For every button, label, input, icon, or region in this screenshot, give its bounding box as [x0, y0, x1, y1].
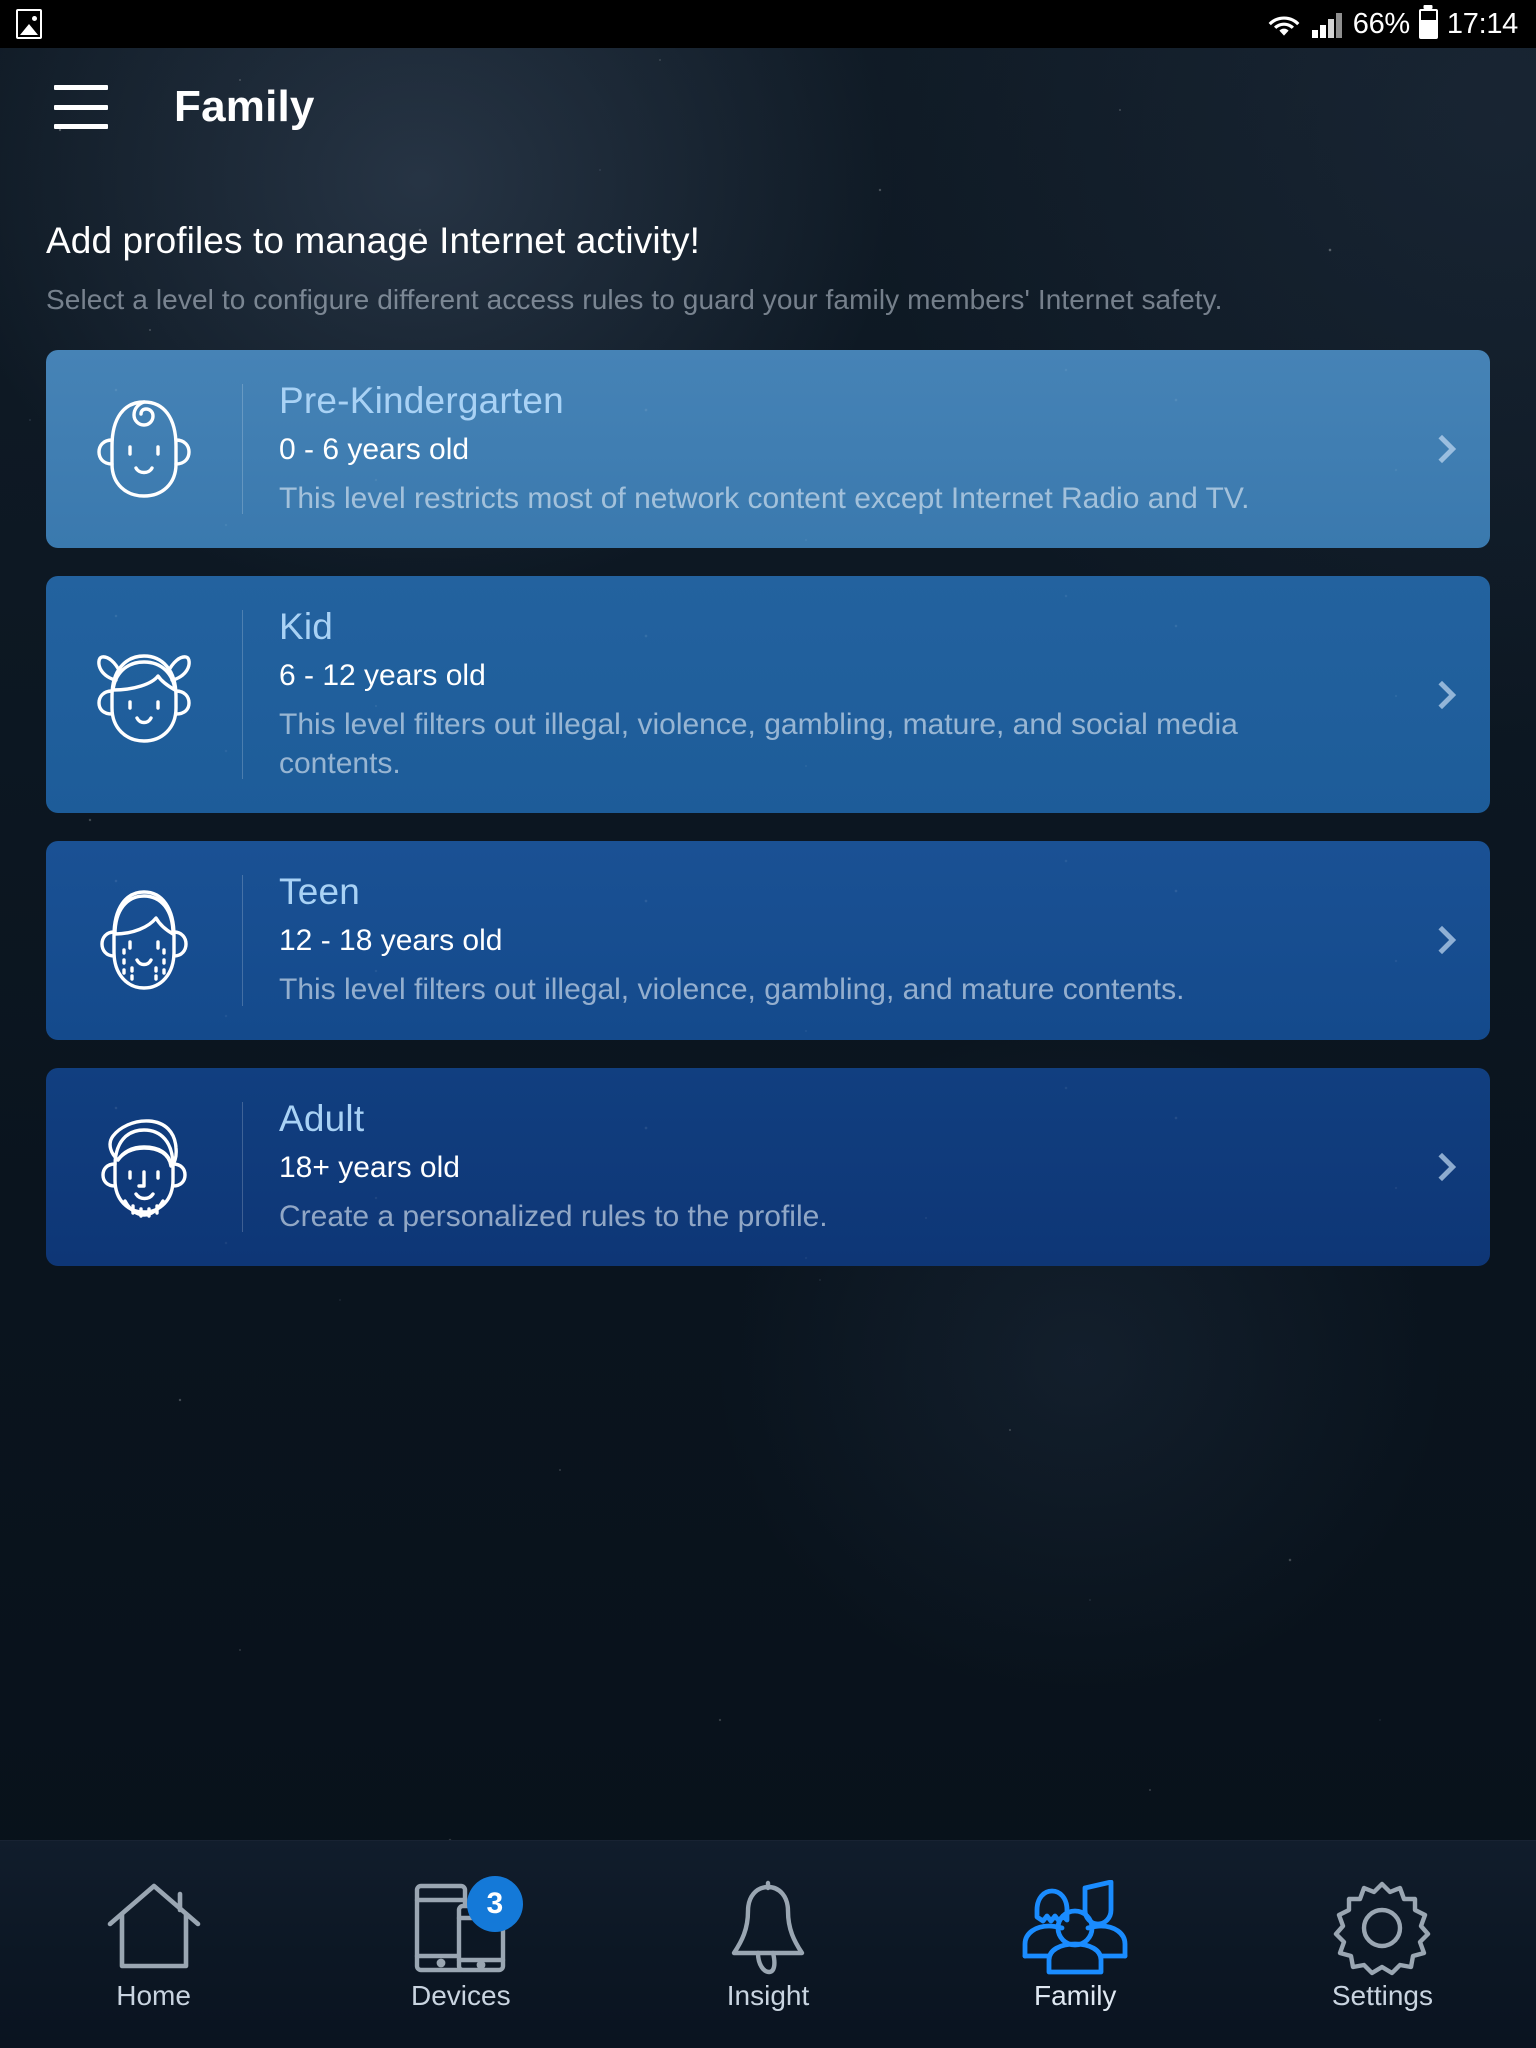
status-clock: 17:14	[1446, 7, 1518, 40]
card-title: Kid	[279, 606, 334, 648]
home-icon	[107, 1883, 200, 1968]
bell-icon	[731, 1880, 805, 1974]
card-body: Kid 6 - 12 years old This level filters …	[243, 576, 1394, 813]
nav-icon-wrap	[1019, 1872, 1131, 1984]
wifi-icon	[1268, 16, 1300, 36]
nav-item-family[interactable]: Family	[922, 1841, 1229, 2048]
nav-item-home[interactable]: Home	[0, 1841, 307, 2048]
card-description: This level filters out illegal, violence…	[279, 708, 1238, 780]
nav-label-insight: Insight	[726, 1979, 810, 2011]
menu-bar-3	[54, 124, 108, 129]
app-screen: 66% 17:14 Family Add profiles to manage …	[0, 0, 1536, 2048]
profile-card-kid[interactable]: Kid 6 - 12 years old This level filters …	[46, 576, 1490, 814]
card-body: Adult 18+ years old Create a personalize…	[243, 1068, 1394, 1266]
baby-face-icon	[46, 390, 242, 508]
chevron-right-icon[interactable]	[1394, 680, 1490, 709]
card-body: Teen 12 - 18 years old This level filter…	[243, 841, 1394, 1039]
page-title: Family	[174, 82, 315, 131]
card-age-range: 0 - 6 years old	[279, 433, 470, 466]
card-title: Adult	[279, 1097, 365, 1139]
intro-subtitle: Select a level to configure different ac…	[46, 284, 1223, 315]
profile-level-list: Pre-Kindergarten 0 - 6 years old This le…	[46, 350, 1490, 1266]
cellular-signal-icon	[1311, 13, 1342, 38]
profile-card-pre-kindergarten[interactable]: Pre-Kindergarten 0 - 6 years old This le…	[46, 350, 1490, 549]
profile-card-adult[interactable]: Adult 18+ years old Create a personalize…	[46, 1067, 1490, 1266]
card-age-range: 6 - 12 years old	[279, 659, 486, 693]
menu-bar-1	[54, 85, 108, 90]
card-body: Pre-Kindergarten 0 - 6 years old This le…	[243, 350, 1394, 548]
menu-bar-2	[54, 104, 108, 110]
battery-percent: 66%	[1352, 7, 1410, 40]
teen-face-icon	[46, 880, 242, 1000]
intro-title: Add profiles to manage Internet activity…	[46, 220, 701, 261]
nav-label-family: Family	[1033, 1979, 1117, 2011]
status-bar-left	[0, 9, 42, 39]
hamburger-menu-icon[interactable]	[54, 85, 108, 129]
card-description: Create a personalized rules to the profi…	[279, 1199, 828, 1233]
status-bar-right: 66% 17:14	[1267, 8, 1536, 41]
card-description: This level filters out illegal, violence…	[279, 973, 1185, 1007]
chevron-right-icon[interactable]	[1394, 926, 1490, 955]
nav-item-insight[interactable]: Insight	[614, 1841, 921, 2048]
nav-label-home: Home	[116, 1979, 191, 2011]
card-description: This level restricts most of network con…	[279, 482, 1250, 515]
intro-block: Add profiles to manage Internet activity…	[46, 220, 1466, 316]
card-title: Teen	[279, 871, 361, 913]
adult-face-icon	[46, 1106, 242, 1228]
family-group-icon	[1022, 1879, 1128, 1974]
status-bar: 66% 17:14	[0, 0, 1536, 48]
chevron-right-icon[interactable]	[1394, 1152, 1490, 1181]
battery-icon	[1418, 9, 1438, 39]
nav-icon-wrap	[100, 1872, 208, 1984]
nav-item-devices[interactable]: 3 Devices	[307, 1841, 614, 2048]
gallery-icon	[16, 9, 42, 39]
profile-card-teen[interactable]: Teen 12 - 18 years old This level filter…	[46, 841, 1490, 1040]
gear-icon	[1334, 1881, 1431, 1975]
card-age-range: 18+ years old	[279, 1150, 460, 1184]
nav-icon-wrap	[720, 1872, 816, 1984]
nav-item-settings[interactable]: Settings	[1229, 1841, 1536, 2048]
nav-icon-wrap: 3	[409, 1872, 523, 1984]
nav-icon-wrap	[1332, 1872, 1432, 1984]
app-toolbar: Family	[0, 48, 1536, 166]
devices-badge: 3	[466, 1875, 523, 1932]
girl-face-icon	[46, 634, 242, 756]
card-age-range: 12 - 18 years old	[279, 924, 503, 958]
nav-label-settings: Settings	[1331, 1979, 1433, 2011]
nav-label-devices: Devices	[411, 1979, 511, 2011]
bottom-navigation-bar: Home 3 Devices Insight Family Settings	[0, 1840, 1536, 2048]
chevron-right-icon[interactable]	[1394, 435, 1490, 464]
card-title: Pre-Kindergarten	[279, 380, 564, 421]
